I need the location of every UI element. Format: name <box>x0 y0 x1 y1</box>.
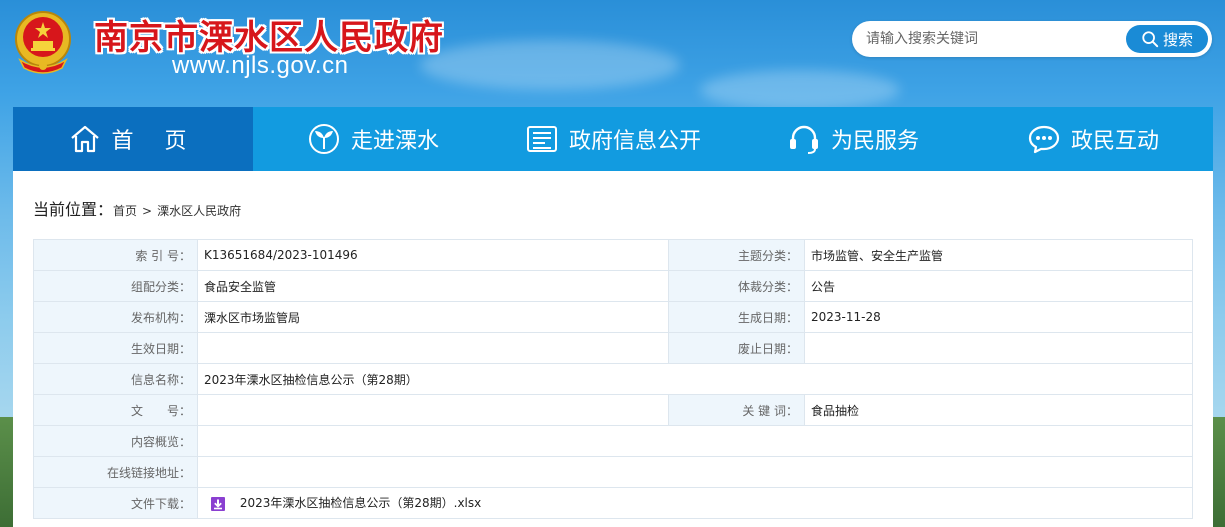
index-label: 索 引 号： <box>33 239 198 271</box>
file-download-label: 文件下载： <box>33 487 198 519</box>
expiry-date-value <box>804 332 1193 364</box>
table-row: 组配分类： 食品安全监管 体裁分类： 公告 <box>33 270 1193 302</box>
keywords-label: 关 键 词： <box>668 394 805 426</box>
topic-label: 主题分类： <box>668 239 805 271</box>
search-button[interactable]: 搜索 <box>1126 25 1208 53</box>
table-row: 内容概览： <box>33 425 1193 457</box>
search-box: 搜索 <box>852 21 1212 57</box>
table-row: 文 号： 关 键 词： 食品抽检 <box>33 394 1193 426</box>
home-icon <box>70 125 99 153</box>
info-name-label: 信息名称： <box>33 363 198 395</box>
publisher-label: 发布机构： <box>33 301 198 333</box>
nav-item-services[interactable]: 为民服务 <box>733 107 973 171</box>
table-row: 生效日期： 废止日期： <box>33 332 1193 364</box>
publisher-value: 溧水区市场监管局 <box>197 301 669 333</box>
document-icon <box>526 126 557 152</box>
doc-number-label: 文 号： <box>33 394 198 426</box>
breadcrumb-separator: > <box>142 204 153 218</box>
summary-label: 内容概览： <box>33 425 198 457</box>
table-row: 发布机构： 溧水区市场监管局 生成日期： 2023-11-28 <box>33 301 1193 333</box>
main-nav: 首 页 走进溧水 政府信息公开 为民服务 政民互动 <box>13 107 1213 171</box>
content-panel: 当前位置： 首页 > 溧水区人民政府 索 引 号： K13651684/2023… <box>13 171 1213 527</box>
info-table: 索 引 号： K13651684/2023-101496 主题分类： 市场监管、… <box>33 239 1193 519</box>
nav-label: 为民服务 <box>830 129 919 154</box>
nav-label: 走进溧水 <box>350 129 439 154</box>
created-date-label: 生成日期： <box>668 301 805 333</box>
online-link-label: 在线链接地址： <box>33 456 198 488</box>
download-file-link[interactable]: 2023年溧水区抽检信息公示（第28期）.xlsx <box>240 496 481 510</box>
index-value: K13651684/2023-101496 <box>197 239 669 271</box>
doc-number-value <box>197 394 669 426</box>
nav-item-interaction[interactable]: 政民互动 <box>973 107 1213 171</box>
topic-value: 市场监管、安全生产监管 <box>804 239 1193 271</box>
table-row: 索 引 号： K13651684/2023-101496 主题分类： 市场监管、… <box>33 239 1193 271</box>
search-button-label: 搜索 <box>1162 30 1193 49</box>
nav-label: 首 页 <box>111 129 199 154</box>
org-category-value: 食品安全监管 <box>197 270 669 302</box>
effective-date-label: 生效日期： <box>33 332 198 364</box>
created-date-value: 2023-11-28 <box>804 301 1193 333</box>
file-download-cell: 2023年溧水区抽检信息公示（第28期）.xlsx <box>197 487 1193 519</box>
search-icon <box>1142 31 1159 48</box>
table-row: 在线链接地址： <box>33 456 1193 488</box>
background-cloud <box>420 40 680 90</box>
breadcrumb-current[interactable]: 溧水区人民政府 <box>157 202 241 219</box>
nav-item-about[interactable]: 走进溧水 <box>253 107 493 171</box>
effective-date-value <box>197 332 669 364</box>
online-link-value <box>197 456 1193 488</box>
breadcrumb-prefix: 当前位置： <box>33 200 114 219</box>
nav-label: 政府信息公开 <box>568 129 701 154</box>
info-name-value: 2023年溧水区抽检信息公示（第28期） <box>197 363 1193 395</box>
genre-label: 体裁分类： <box>668 270 805 302</box>
national-emblem-icon <box>12 8 74 78</box>
nav-label: 政民互动 <box>1070 129 1159 154</box>
search-input[interactable] <box>866 27 1116 51</box>
site-url: www.njls.gov.cn <box>172 52 349 79</box>
expiry-date-label: 废止日期： <box>668 332 805 364</box>
sprout-icon <box>308 124 339 154</box>
genre-value: 公告 <box>804 270 1193 302</box>
nav-item-gov-info[interactable]: 政府信息公开 <box>493 107 733 171</box>
table-row: 信息名称： 2023年溧水区抽检信息公示（第28期） <box>33 363 1193 395</box>
headset-icon <box>789 125 818 154</box>
background-cloud <box>700 70 900 110</box>
breadcrumb-home-link[interactable]: 首页 <box>113 202 137 219</box>
chat-icon <box>1028 125 1060 154</box>
download-icon[interactable] <box>210 496 226 512</box>
org-category-label: 组配分类： <box>33 270 198 302</box>
table-row: 文件下载： 2023年溧水区抽检信息公示（第28期）.xlsx <box>33 487 1193 519</box>
nav-item-home[interactable]: 首 页 <box>13 107 253 171</box>
breadcrumb: 当前位置： 首页 > 溧水区人民政府 <box>33 196 241 220</box>
keywords-value: 食品抽检 <box>804 394 1193 426</box>
summary-value <box>197 425 1193 457</box>
